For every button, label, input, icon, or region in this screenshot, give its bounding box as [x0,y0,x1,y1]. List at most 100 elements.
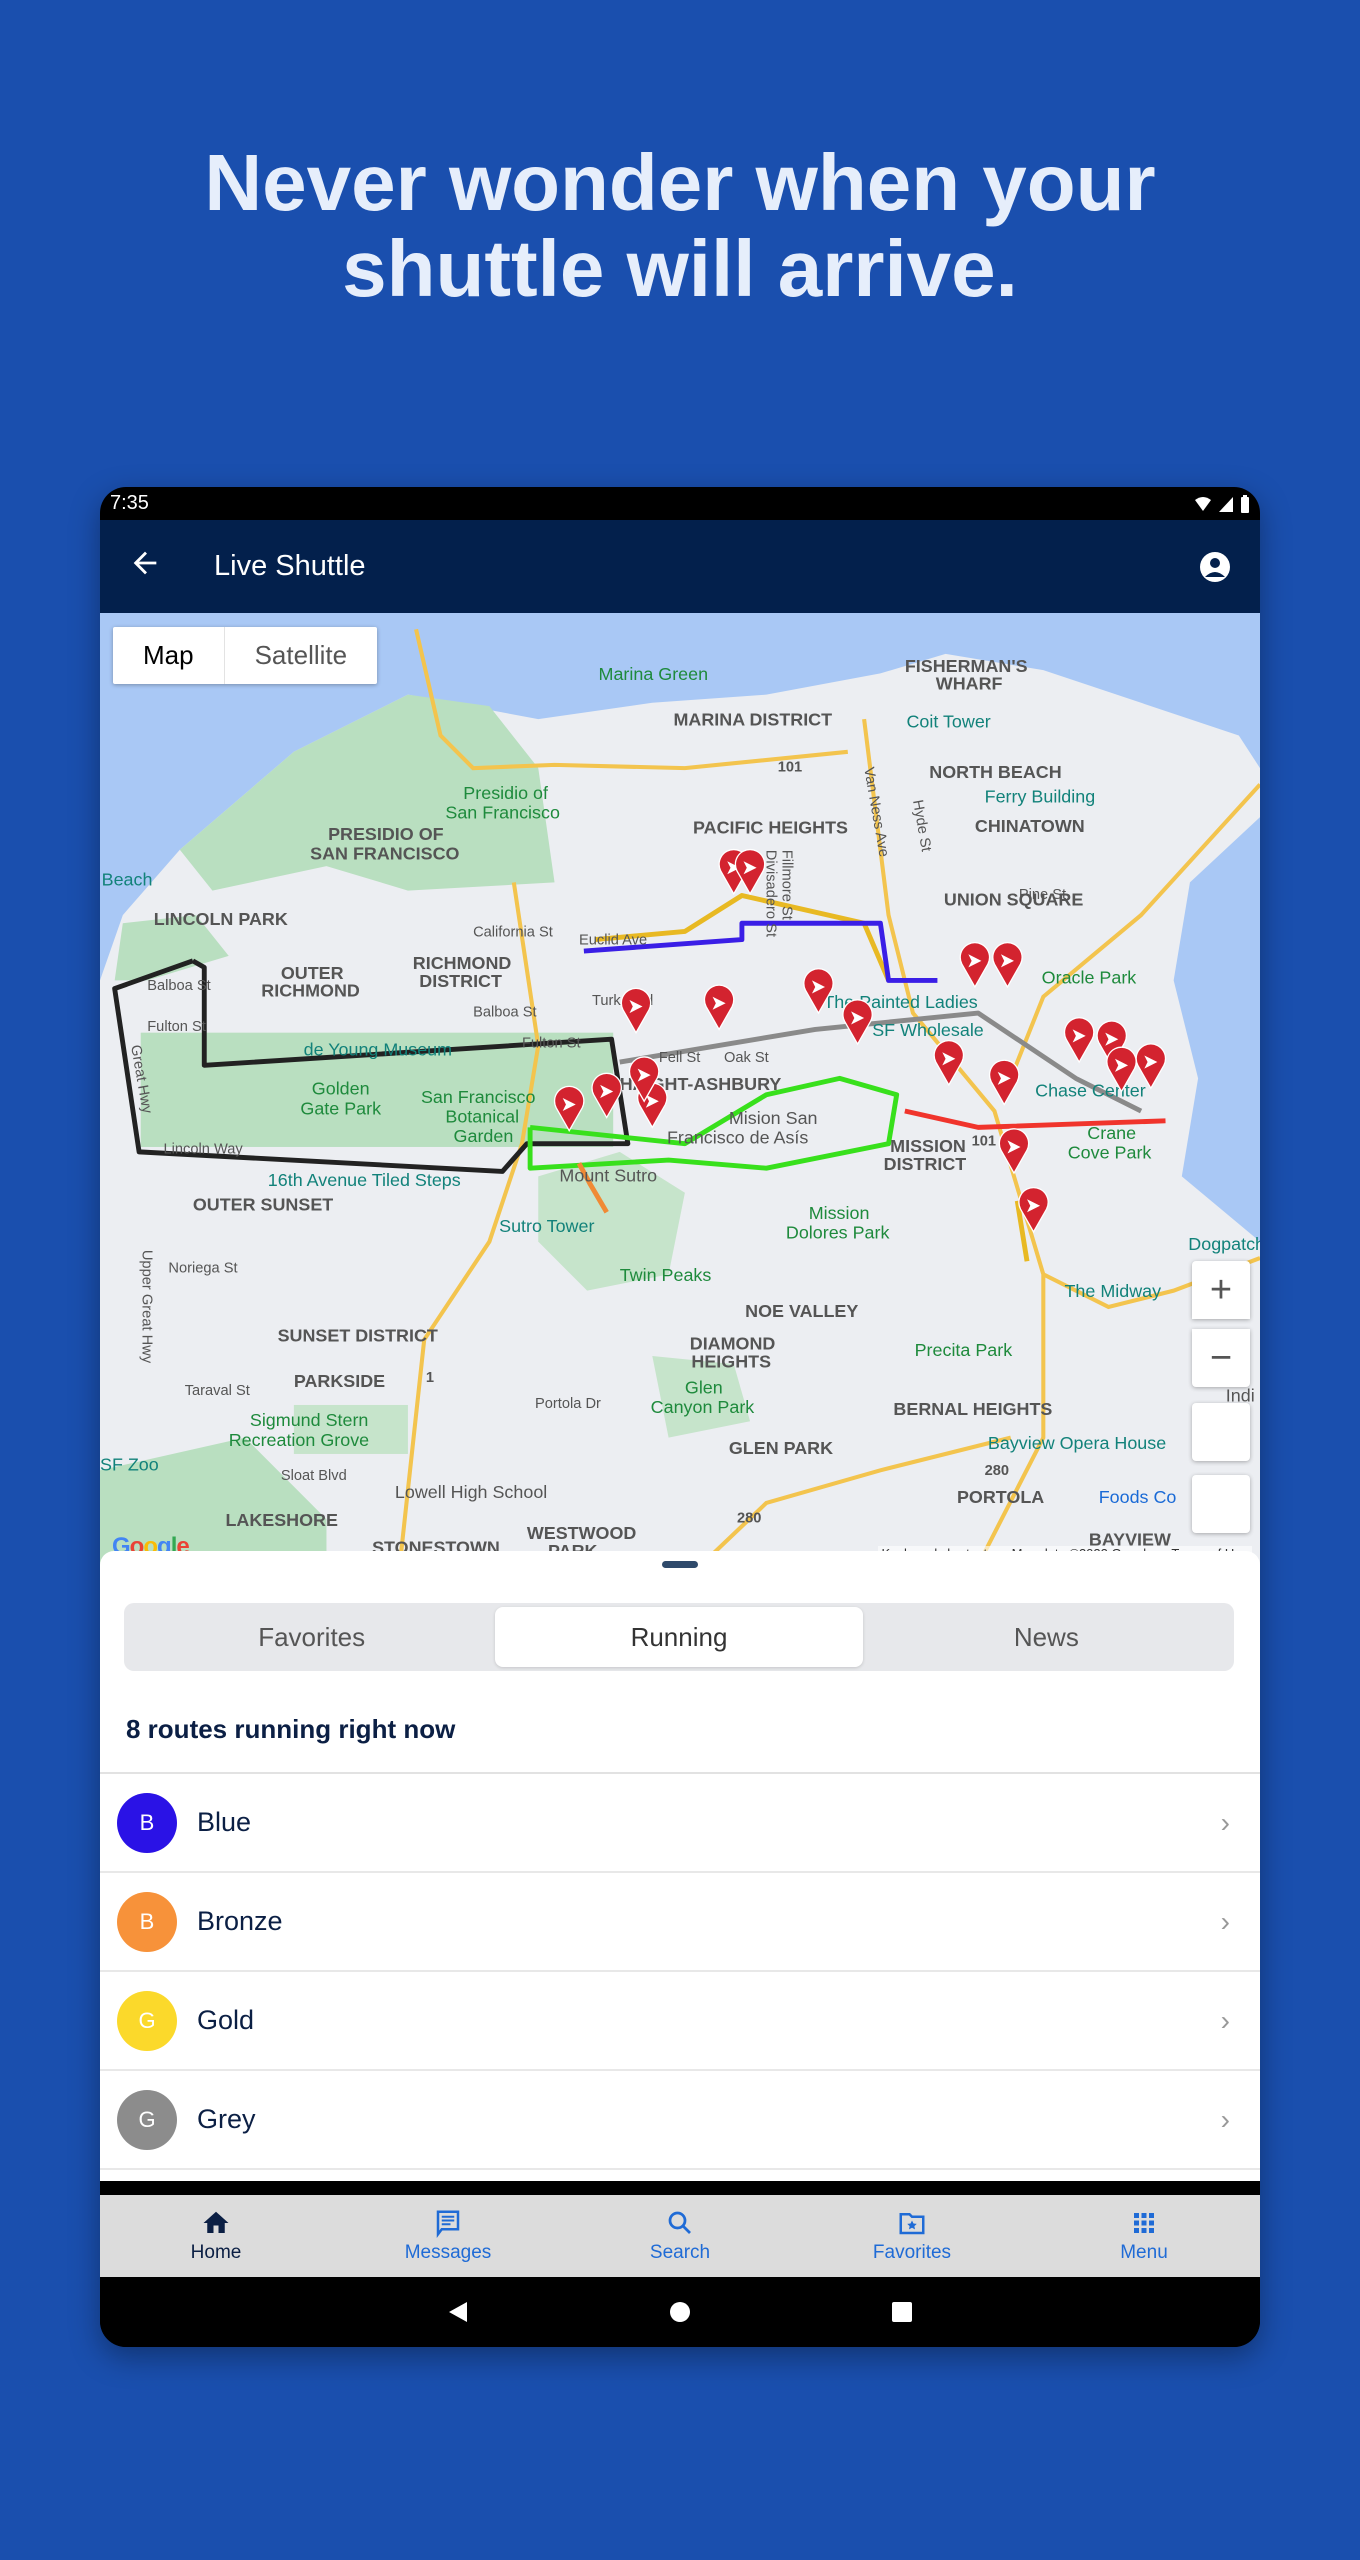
route-name: Bronze [197,1906,283,1936]
route-avatar: B [117,1792,177,1853]
map-canvas[interactable]: Marina Green MARINA DISTRICT FISHERMAN'S… [100,613,1260,1565]
map-label: 16th Avenue Tiled Steps [268,1170,461,1190]
tab-news[interactable]: News [863,1607,1230,1667]
map-label: Euclid Ave [579,932,647,948]
map-label: San Francisco [421,1087,536,1107]
map-label: DISTRICT [419,971,502,991]
map-label: Sutro Tower [499,1216,594,1236]
chevron-right-icon: › [1220,2103,1230,2135]
map-view[interactable]: Marina Green MARINA DISTRICT FISHERMAN'S… [100,613,1260,1565]
map-label: SUNSET DISTRICT [278,1325,438,1345]
nav-label: Favorites [872,2242,952,2263]
map-label: Golden [312,1079,370,1099]
map-label: California St [473,924,553,940]
map-label: San Francisco [445,803,560,823]
route-name: Grey [197,2104,256,2134]
map-label: Canyon Park [651,1397,755,1417]
map-label: Upper Great Hwy [138,1250,154,1364]
map-label: Foods Co [1099,1487,1177,1507]
map-label: CHINATOWN [975,816,1085,836]
map-label: Beach [102,870,153,890]
map-label: Ferry Building [985,786,1096,806]
route-row-gold[interactable]: G Gold › [100,1972,1260,2071]
map-label: LAKESHORE [225,1510,338,1530]
map-label: MARINA DISTRICT [673,710,832,730]
zoom-in-button[interactable]: + [1192,1261,1250,1319]
phone-frame: 7:35 Live Shuttle Marina Green MARINA DI… [100,487,1260,2347]
chevron-right-icon: › [1220,1806,1230,1838]
sheet-drag-handle[interactable] [662,1561,698,1568]
map-label: Garden [454,1126,514,1146]
map-label: Pine St [1019,887,1066,903]
route-name: Gold [197,2005,255,2035]
nav-favorites[interactable]: Favorites [796,2195,1028,2277]
routes-heading: 8 routes running right now [126,1714,456,1744]
tab-favorites[interactable]: Favorites [128,1607,495,1667]
map-type-toggle: Map Satellite [113,627,378,684]
route-row-bronze[interactable]: B Bronze › [100,1873,1260,1972]
bottom-navigation: Home Messages Search Favorites Menu [100,2195,1260,2277]
nav-search[interactable]: Search [564,2195,796,2277]
my-location-button[interactable] [1192,1475,1250,1533]
wifi-icon [1195,496,1211,511]
map-label: PARKSIDE [294,1371,385,1391]
map-label: 280 [737,1511,761,1527]
map-label: Coit Tower [906,711,990,731]
map-label: Presidio of [463,783,549,803]
map-label: Dogpatch Bo [1188,1234,1260,1254]
map-label: Balboa St [473,1004,536,1020]
system-home-icon[interactable] [669,2301,691,2323]
map-label: Balboa St [147,978,210,994]
nav-label: Home [190,2242,242,2263]
map-label: Mission [809,1203,870,1223]
map-label: de Young Museum [304,1040,452,1060]
status-time: 7:35 [110,492,149,514]
tab-running[interactable]: Running [495,1607,863,1667]
map-label: Noriega St [168,1261,237,1277]
back-button[interactable] [128,546,168,587]
map-label: NORTH BEACH [929,762,1061,782]
map-label: Sloat Blvd [281,1468,347,1484]
chevron-right-icon: › [1220,1905,1230,1937]
map-label: Chase Center [1035,1080,1146,1100]
map-label: OUTER SUNSET [193,1195,333,1215]
map-label: Precita Park [915,1340,1013,1360]
folder-star-icon [899,2213,925,2235]
nav-menu[interactable]: Menu [1028,2195,1260,2277]
account-button[interactable] [1200,551,1230,582]
map-label: Marina Green [599,664,709,684]
grid-menu-icon [1134,2213,1154,2233]
map-label: SAN FRANCISCO [310,844,459,864]
route-avatar: B [117,1891,177,1952]
headline-line-1: Never wonder when your [204,138,1156,227]
rotate-button[interactable] [1192,1403,1250,1461]
route-row-grey[interactable]: G Grey › [100,2071,1260,2170]
map-type-satellite[interactable]: Satellite [225,627,378,684]
map-label: Lincoln Way [164,1141,244,1157]
status-bar: 7:35 [100,487,1260,520]
map-label: HEIGHTS [691,1351,771,1371]
headline: Never wonder when your shuttle will arri… [0,140,1360,312]
nav-home[interactable]: Home [100,2195,332,2277]
map-label: Fulton St [522,1035,581,1051]
map-label: Taraval St [185,1383,250,1399]
account-circle-icon [1205,557,1225,577]
page-title: Live Shuttle [214,550,366,582]
system-recents-icon[interactable] [891,2301,913,2323]
map-label: Gate Park [300,1098,381,1118]
route-avatar: G [117,2089,177,2150]
home-icon [203,2211,229,2233]
map-label: Francisco de Asís [667,1128,808,1148]
zoom-out-button[interactable]: − [1192,1329,1250,1387]
route-row-blue[interactable]: B Blue › [100,1774,1260,1873]
map-type-map[interactable]: Map [113,627,225,684]
map-label: SF Wholesale [872,1020,984,1040]
map-label: The Midway [1064,1281,1161,1301]
system-back-icon[interactable] [447,2300,469,2324]
nav-messages[interactable]: Messages [332,2195,564,2277]
map-label: Twin Peaks [620,1265,712,1285]
map-label: Fulton St [147,1019,206,1035]
map-label: 101 [778,759,802,775]
map-label: Bayview Opera House [988,1433,1166,1453]
map-label: BERNAL HEIGHTS [893,1399,1052,1419]
